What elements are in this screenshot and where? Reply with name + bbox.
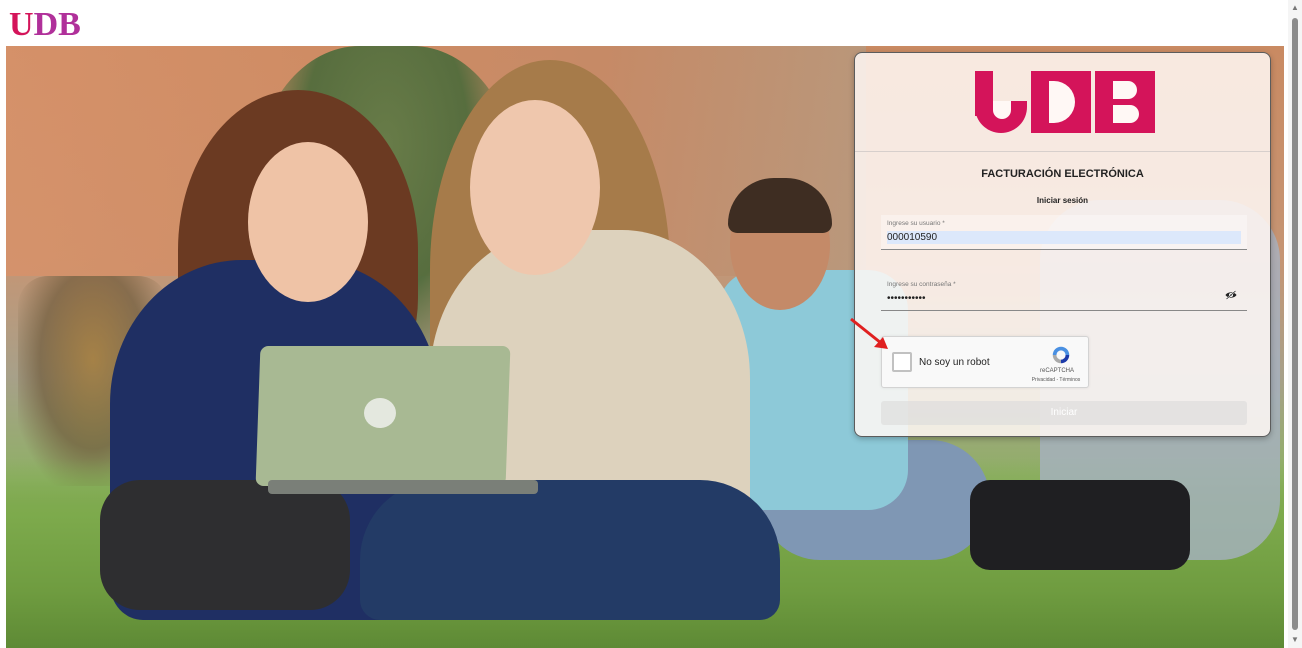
page-title: FACTURACIÓN ELECTRÓNICA: [981, 168, 1144, 180]
scroll-thumb[interactable]: [1292, 18, 1298, 630]
recaptcha-logo-icon: [1052, 346, 1070, 364]
red-arrow-icon: [850, 317, 888, 349]
password-field[interactable]: Ingrese su contraseña * •••••••••••: [881, 276, 1247, 311]
scroll-up-icon[interactable]: ▲: [1291, 4, 1299, 12]
recaptcha-label: No soy un robot: [919, 357, 990, 368]
student-girl-left-face: [248, 142, 368, 302]
recaptcha-brand: reCAPTCHA: [1039, 368, 1074, 374]
login-subtitle: Iniciar sesión: [1036, 196, 1089, 205]
apple-logo-icon: [364, 398, 396, 428]
recaptcha-privacy-terms[interactable]: Privacidad - Términos: [1024, 377, 1088, 383]
header-logo[interactable]: U D B: [9, 6, 81, 43]
username-field[interactable]: Ingrese su usuario * 000010590: [881, 215, 1247, 250]
login-button[interactable]: Iniciar: [881, 401, 1247, 425]
password-input[interactable]: •••••••••••: [887, 292, 1241, 305]
header-logo-letter-b: B: [58, 6, 81, 43]
jeans: [360, 480, 780, 620]
scroll-down-icon[interactable]: ▼: [1291, 636, 1299, 644]
logo-letter-d: [1031, 71, 1091, 133]
header-logo-letter-d: D: [33, 6, 59, 43]
username-input[interactable]: 000010590: [887, 231, 1241, 244]
student-girl-right-face: [470, 100, 600, 275]
top-header: U D B: [0, 0, 1288, 46]
password-label: Ingrese su contraseña *: [887, 281, 956, 288]
logo-letter-u: [975, 71, 1027, 133]
eye-off-icon[interactable]: [1225, 290, 1237, 300]
login-card: FACTURACIÓN ELECTRÓNICA Iniciar sesión I…: [854, 52, 1271, 437]
card-divider: [855, 151, 1270, 152]
recaptcha-widget: No soy un robot reCAPTCHA Privacidad - T…: [881, 336, 1089, 388]
backpack-right: [970, 480, 1190, 570]
login-page: U D B FACTURACIÓN ELECTRÓNICA Iniciar se…: [0, 0, 1302, 648]
page-scrollbar[interactable]: ▲ ▼: [1288, 0, 1302, 648]
username-label: Ingrese su usuario *: [887, 220, 945, 227]
logo-letter-b: [1095, 71, 1155, 133]
backpack-left: [100, 480, 350, 610]
header-logo-letter-u: U: [9, 6, 34, 43]
laptop-base: [268, 480, 538, 494]
udb-logo: [975, 71, 1155, 133]
recaptcha-checkbox[interactable]: [892, 352, 912, 372]
